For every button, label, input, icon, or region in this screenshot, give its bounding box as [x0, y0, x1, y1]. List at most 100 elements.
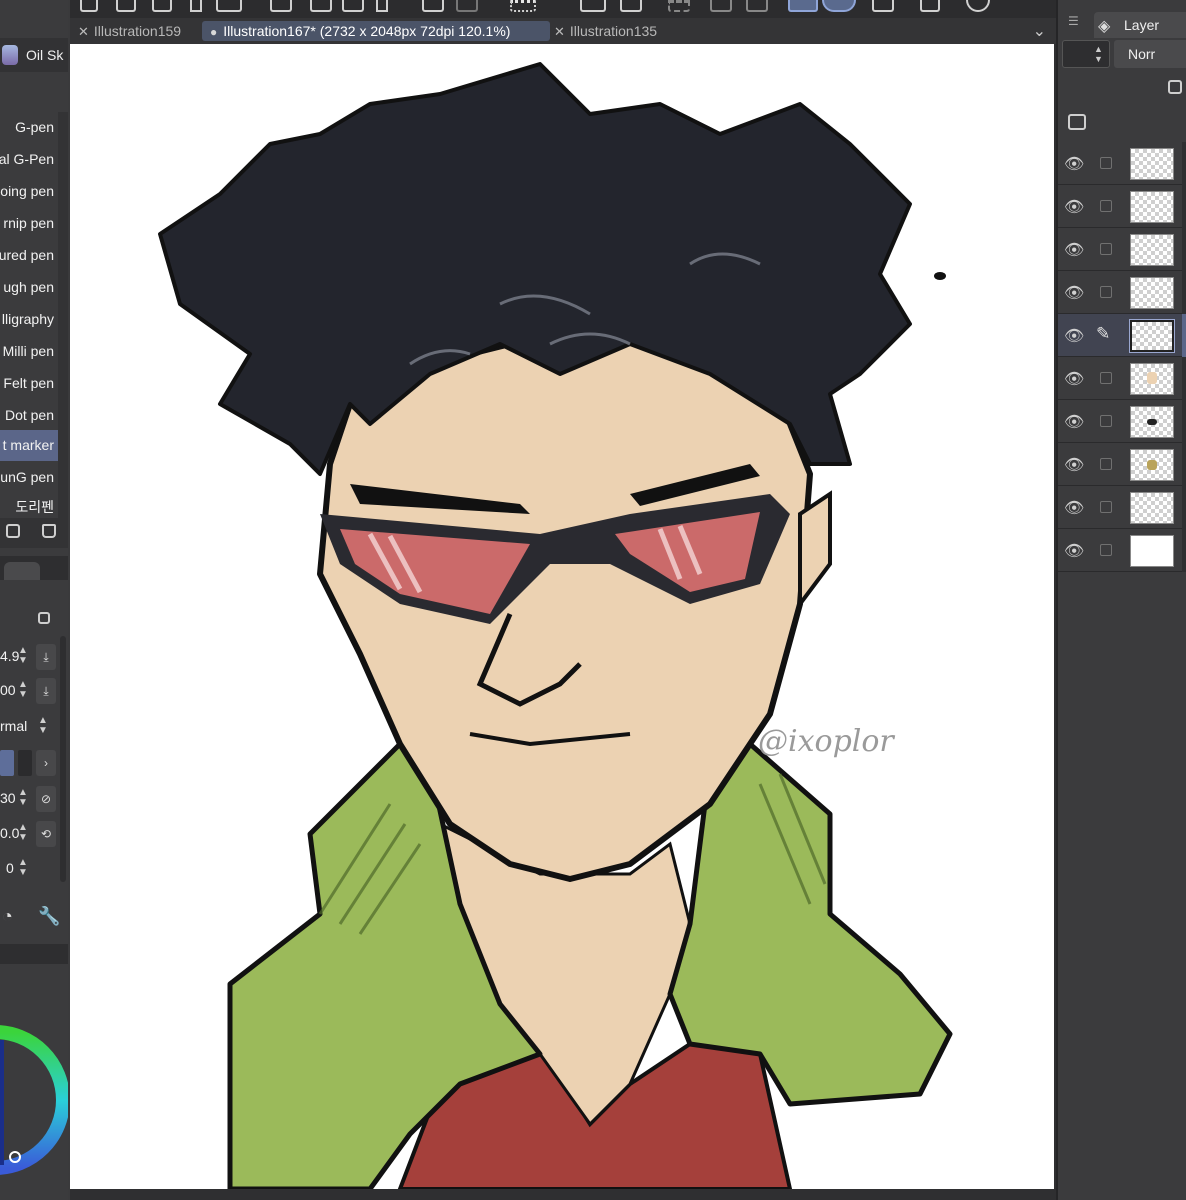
- tab-illustration159[interactable]: ✕ Illustration159: [70, 21, 200, 41]
- chat-icon[interactable]: [966, 0, 990, 12]
- blend-mode-dropdown[interactable]: Norr: [1114, 40, 1186, 68]
- chevron-down-icon[interactable]: ⌄: [1033, 21, 1046, 41]
- brush-size-value[interactable]: 4.9: [0, 648, 19, 664]
- eye-icon[interactable]: 👁: [1064, 197, 1084, 217]
- eye-icon[interactable]: 👁: [1064, 283, 1084, 303]
- blend-mode-value[interactable]: rmal: [0, 718, 27, 734]
- extra-setting-value[interactable]: 0: [6, 860, 14, 876]
- download-icon[interactable]: ⤓: [36, 644, 56, 670]
- tablet-icon[interactable]: [920, 0, 940, 12]
- eye-icon[interactable]: 👁: [1064, 326, 1084, 346]
- perspective-icon[interactable]: [872, 0, 894, 12]
- layer-checkbox[interactable]: [1100, 372, 1112, 384]
- wrench-icon[interactable]: 🔧: [38, 906, 60, 927]
- brush-item[interactable]: Dot pen: [0, 400, 58, 431]
- fill-icon[interactable]: [580, 0, 606, 12]
- layer-row[interactable]: 👁: [1058, 357, 1186, 400]
- loading-icon[interactable]: [510, 0, 536, 12]
- eye-icon[interactable]: 👁: [1064, 498, 1084, 518]
- spinner-icon[interactable]: ▲ ▼: [18, 680, 28, 700]
- properties-scrollbar[interactable]: [60, 636, 66, 882]
- folder-icon[interactable]: [310, 0, 332, 12]
- duplicate-brush-icon[interactable]: [6, 524, 20, 538]
- layer-copy-icon[interactable]: [1168, 80, 1182, 94]
- brush-item[interactable]: lligraphy: [0, 304, 58, 335]
- timer-icon[interactable]: ◔: [2, 906, 13, 927]
- layer-checkbox[interactable]: [1100, 286, 1112, 298]
- open-file-icon[interactable]: [152, 0, 172, 12]
- brush-group-header[interactable]: Oil Sk: [0, 38, 68, 72]
- spinner-icon[interactable]: ▲ ▼: [38, 716, 48, 736]
- drawing-canvas[interactable]: @ixoplor: [70, 44, 1054, 1189]
- brush-item[interactable]: oing pen: [0, 176, 58, 207]
- color-swatch[interactable]: [0, 750, 14, 776]
- brush-item[interactable]: Milli pen: [0, 336, 58, 367]
- brush-item[interactable]: ugh pen: [0, 272, 58, 303]
- ruler-icon[interactable]: [788, 0, 818, 12]
- tool-property-tab[interactable]: [0, 556, 68, 580]
- sub-color-swatch[interactable]: [18, 750, 32, 776]
- chevron-down-icon[interactable]: [190, 0, 202, 12]
- crop-icon[interactable]: [710, 0, 732, 12]
- layer-row[interactable]: 👁: [1058, 271, 1186, 314]
- layer-row-paper[interactable]: 👁: [1058, 529, 1186, 572]
- layer-row[interactable]: 👁: [1058, 228, 1186, 271]
- layer-checkbox[interactable]: [1100, 415, 1112, 427]
- brush-item[interactable]: al G-Pen: [0, 144, 58, 175]
- add-layer-icon[interactable]: [270, 0, 292, 12]
- brush-item[interactable]: Felt pen: [0, 368, 58, 399]
- layer-row[interactable]: 👁: [1058, 400, 1186, 443]
- layer-row[interactable]: 👁: [1058, 443, 1186, 486]
- layer-row-selected[interactable]: 👁 ✎: [1058, 314, 1186, 357]
- mask-icon[interactable]: [746, 0, 768, 12]
- eye-icon[interactable]: 👁: [1064, 369, 1084, 389]
- brush-item[interactable]: unG pen: [0, 462, 58, 493]
- deselect-icon[interactable]: [668, 0, 690, 12]
- layer-checkbox[interactable]: [1100, 544, 1112, 556]
- brush-item-selected[interactable]: t marker: [0, 430, 58, 461]
- eye-icon[interactable]: 👁: [1064, 412, 1084, 432]
- redo-icon[interactable]: [456, 0, 478, 12]
- brush-item[interactable]: ured pen: [0, 240, 58, 271]
- brush-list-scrollbar[interactable]: [58, 112, 68, 520]
- spinner-icon[interactable]: ▲ ▼: [18, 823, 28, 843]
- stabilizer-icon[interactable]: ⟲: [36, 821, 56, 847]
- eye-icon[interactable]: 👁: [1064, 240, 1084, 260]
- color-wheel[interactable]: [0, 995, 68, 1200]
- layer-checkbox[interactable]: [1100, 157, 1112, 169]
- close-icon[interactable]: ✕: [78, 24, 89, 39]
- brush-item[interactable]: rnip pen: [0, 208, 58, 239]
- chevron-right-icon[interactable]: ›: [36, 750, 56, 776]
- panel-menu-icon[interactable]: ☰: [1068, 14, 1079, 28]
- save-icon[interactable]: [216, 0, 242, 12]
- canvas-area[interactable]: @ixoplor: [70, 44, 1056, 1200]
- eye-icon[interactable]: 👁: [1064, 154, 1084, 174]
- eye-icon[interactable]: 👁: [1064, 455, 1084, 475]
- opacity-value[interactable]: 00: [0, 682, 16, 698]
- chevron-down-icon[interactable]: [376, 0, 388, 12]
- layer-fill-icon[interactable]: [342, 0, 364, 12]
- new-file-icon[interactable]: [116, 0, 136, 12]
- pressure-icon[interactable]: ⊘: [36, 786, 56, 812]
- layer-checkbox[interactable]: [1100, 243, 1112, 255]
- layer-row[interactable]: 👁: [1058, 185, 1186, 228]
- close-icon[interactable]: ✕: [554, 24, 565, 39]
- layer-checkbox[interactable]: [1100, 458, 1112, 470]
- tab-illustration167[interactable]: ● Illustration167* (2732 x 2048px 72dpi 1…: [202, 21, 550, 41]
- stabilization-value[interactable]: 0.0: [0, 825, 19, 841]
- eye-icon[interactable]: 👁: [1064, 541, 1084, 561]
- trash-icon[interactable]: [42, 524, 56, 538]
- spinner-icon[interactable]: ▲ ▼: [1094, 44, 1103, 64]
- spinner-icon[interactable]: ▲ ▼: [18, 858, 28, 878]
- color-panel-tabs[interactable]: [0, 944, 68, 964]
- tab-illustration135[interactable]: ✕ Illustration135: [546, 21, 676, 41]
- layer-checkbox[interactable]: [1100, 501, 1112, 513]
- snap-icon[interactable]: [822, 0, 856, 12]
- density-value[interactable]: 30: [0, 790, 16, 806]
- layer-checkbox[interactable]: [1100, 200, 1112, 212]
- menu-icon[interactable]: [80, 0, 98, 12]
- layer-row[interactable]: 👁: [1058, 142, 1186, 185]
- undo-icon[interactable]: [422, 0, 444, 12]
- transform-icon[interactable]: [620, 0, 642, 12]
- brush-item[interactable]: G-pen: [0, 112, 58, 143]
